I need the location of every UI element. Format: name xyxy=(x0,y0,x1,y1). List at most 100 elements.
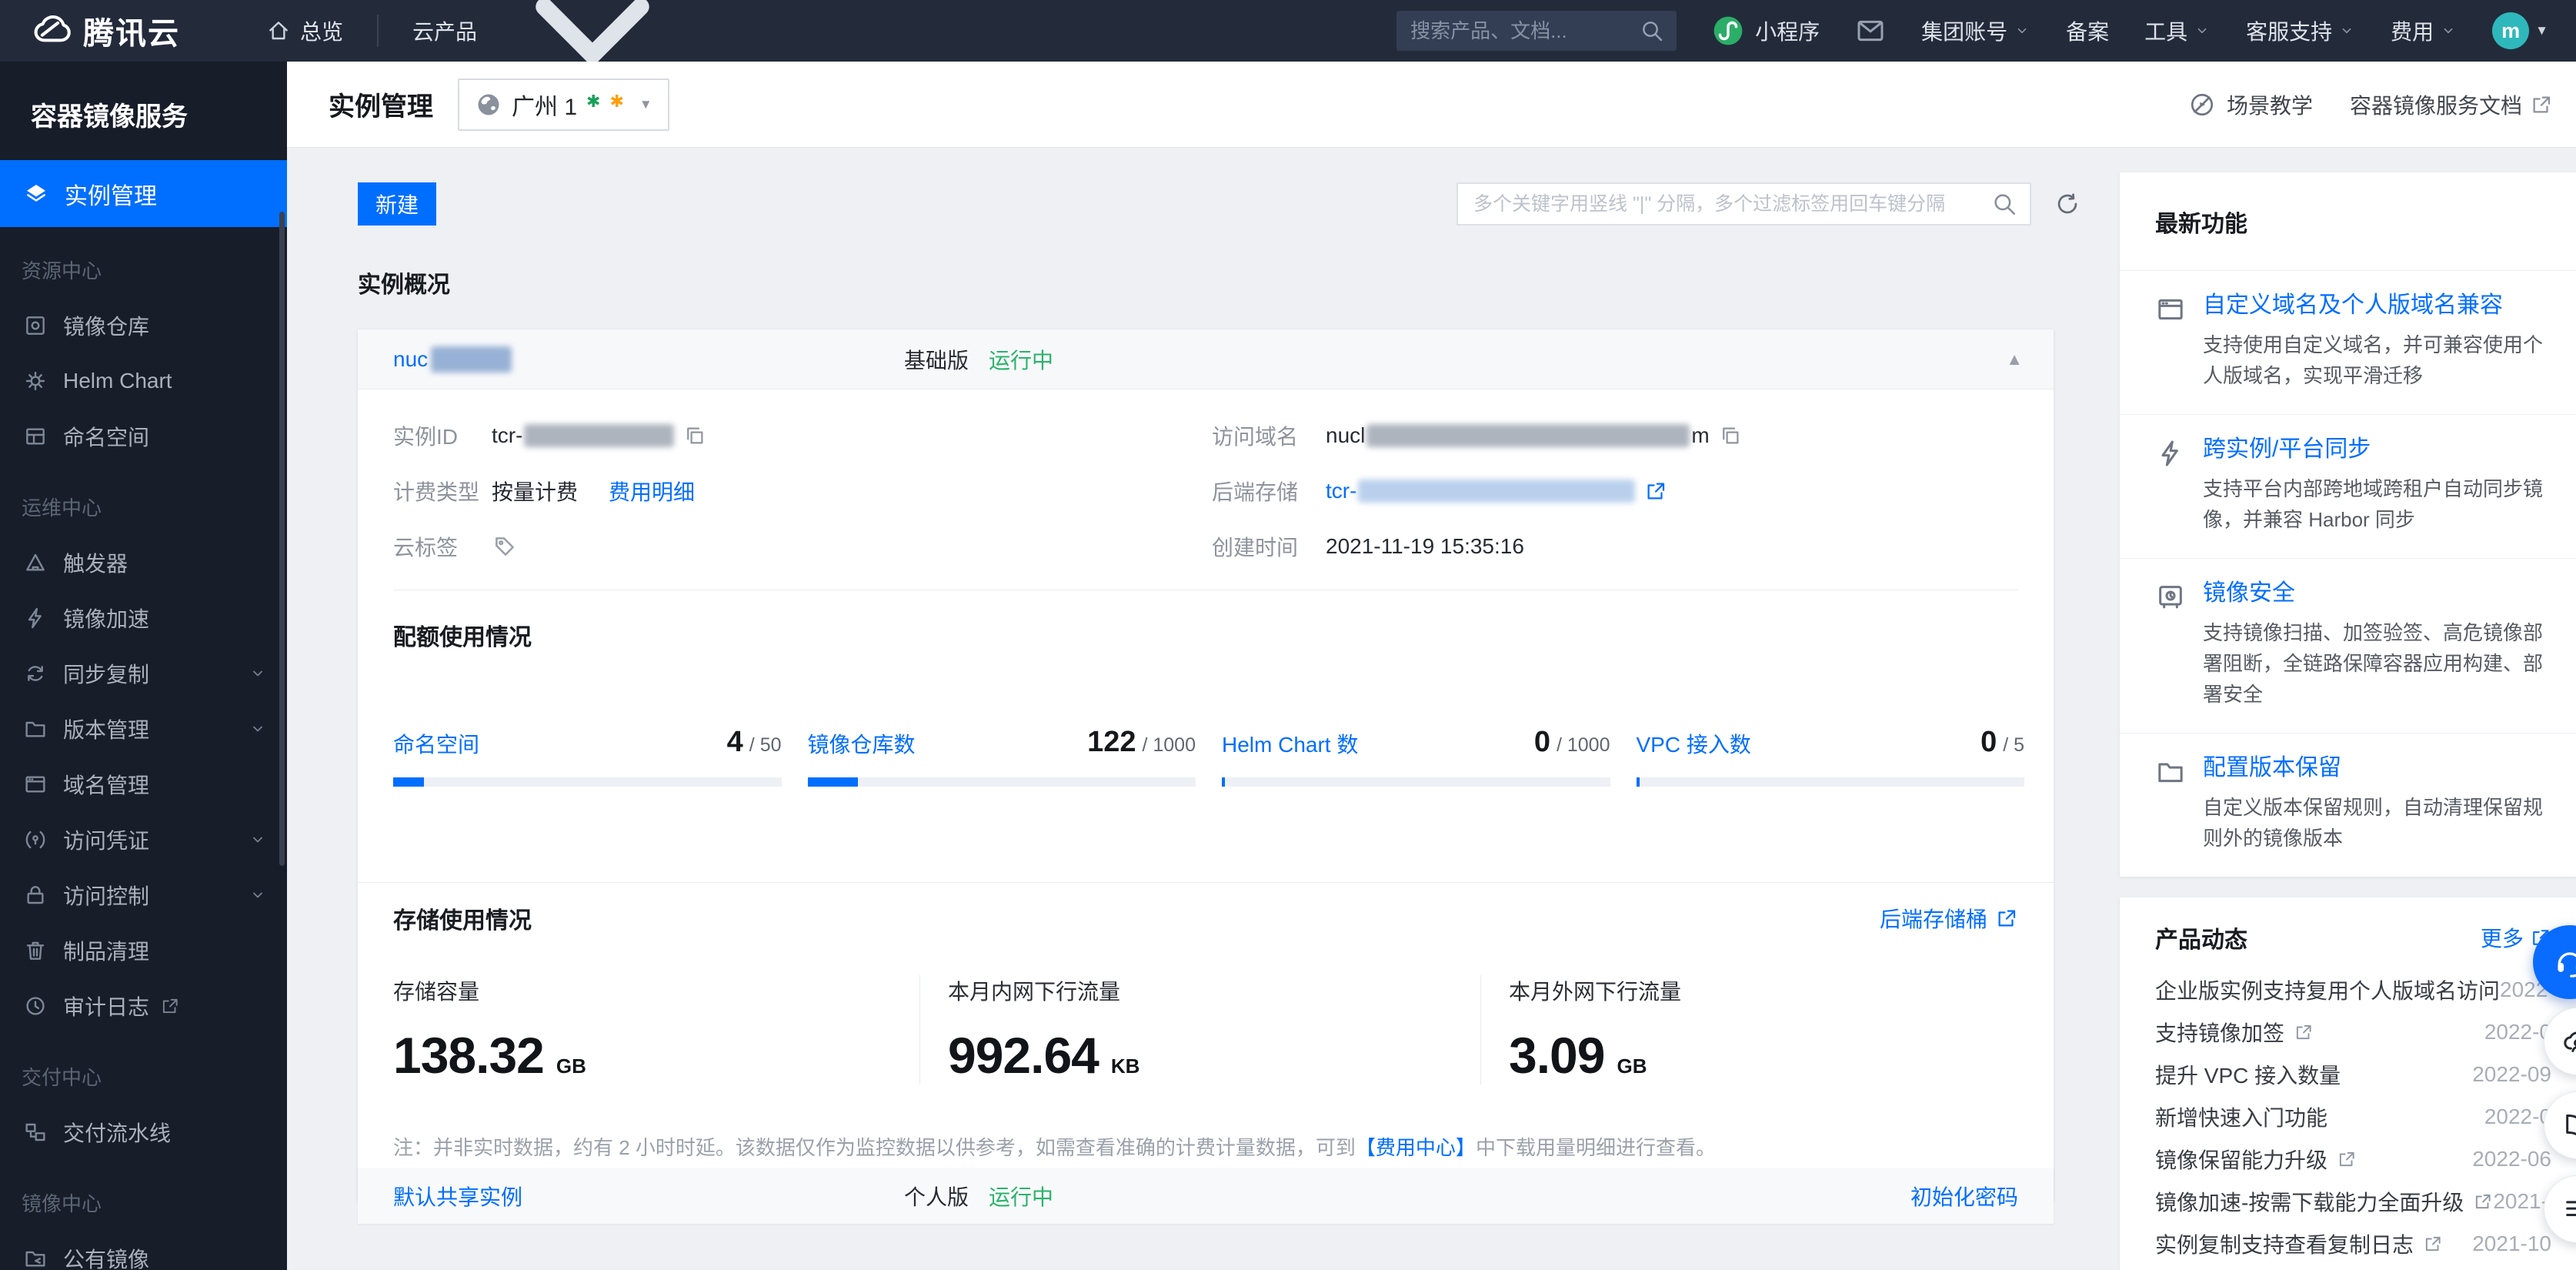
safe-icon xyxy=(2155,582,2186,613)
billing-center-link[interactable]: 【费用中心】 xyxy=(1356,1136,1476,1159)
shared-instance-row: 默认共享实例 个人版 运行中 初始化密码 xyxy=(358,1168,2054,1224)
feature-link[interactable]: 配置版本保留 xyxy=(2203,755,2562,781)
pipeline-icon xyxy=(23,1120,48,1145)
feature-item: 镜像安全 支持镜像扫描、加签验签、高危镜像部署阻断，全链路保障容器应用构建、部署… xyxy=(2120,558,2576,733)
sidebar-item-window[interactable]: 域名管理 xyxy=(0,757,287,812)
chevron-down-icon: ▼ xyxy=(639,96,652,112)
page-title: 实例管理 xyxy=(329,92,433,122)
news-item[interactable]: 提升 VPC 接入数量 2022-09 xyxy=(2155,1053,2551,1095)
sidebar-item-credential[interactable]: 访问凭证 xyxy=(0,812,287,867)
news-item[interactable]: 支持跨主账号实例同步 2021-07 xyxy=(2155,1265,2551,1270)
quota-link[interactable]: 命名空间 xyxy=(393,728,479,759)
brand-name: 腾讯云 xyxy=(83,17,180,51)
instance-name-link[interactable]: nuc xyxy=(393,347,428,372)
external-link-icon xyxy=(160,996,180,1016)
chevron-down-icon xyxy=(2440,22,2457,39)
global-search[interactable] xyxy=(1396,11,1677,51)
sidebar-item-repo[interactable]: 镜像仓库 xyxy=(0,298,287,353)
topnav-menu[interactable]: 集团账号 xyxy=(1921,15,2030,46)
trash-icon xyxy=(23,938,48,963)
nav-overview[interactable]: 总览 xyxy=(257,15,343,46)
feature-item: 自定义域名及个人版域名兼容 支持使用自定义域名，并可兼容使用个人版域名，实现平滑… xyxy=(2120,271,2576,414)
sidebar-item-bolt[interactable]: 镜像加速 xyxy=(0,590,287,646)
quota-progress-bar xyxy=(1636,777,2024,787)
topnav-menu[interactable]: 备案 xyxy=(2066,15,2109,46)
sidebar-scrollbar[interactable] xyxy=(279,212,285,866)
create-button[interactable]: 新建 xyxy=(358,182,436,226)
news-item[interactable]: 镜像加速-按需下载能力全面升级 2021-1 xyxy=(2155,1180,2561,1222)
sidebar-item-lock[interactable]: 访问控制 xyxy=(0,867,287,923)
init-password-link[interactable]: 初始化密码 xyxy=(1910,1181,2018,1212)
sidebar-item-trash[interactable]: 制品清理 xyxy=(0,923,287,978)
news-item[interactable]: 实例复制支持查看复制日志 2021-10 xyxy=(2155,1222,2551,1265)
news-item[interactable]: 支持镜像加签 2022-0 xyxy=(2155,1011,2551,1053)
sidebar-item-sync[interactable]: 同步复制 xyxy=(0,646,287,701)
book-icon xyxy=(2562,1110,2576,1141)
mail-icon[interactable] xyxy=(1855,15,1886,46)
chevron-down-icon xyxy=(249,831,267,849)
home-icon xyxy=(266,18,291,43)
top-nav: 腾讯云 总览 云产品 小程序 集团账号 备案 工具 客服支持 费用 xyxy=(0,0,2576,64)
news-item[interactable]: 新增快速入门功能 2022-0 xyxy=(2155,1095,2551,1138)
search-icon[interactable] xyxy=(1991,191,2017,217)
topnav-menu[interactable]: 费用 xyxy=(2391,15,2457,46)
quota-link[interactable]: VPC 接入数 xyxy=(1637,728,1751,759)
quota-link[interactable]: 镜像仓库数 xyxy=(808,728,916,759)
sidebar-item-pipeline[interactable]: 交付流水线 xyxy=(0,1105,287,1160)
external-link-icon[interactable] xyxy=(1644,480,1667,503)
quota-link[interactable]: Helm Chart 数 xyxy=(1222,728,1358,759)
search-icon[interactable] xyxy=(1640,18,1664,43)
filter-input[interactable] xyxy=(1458,192,1991,216)
news-item[interactable]: 镜像保留能力升级 2022-06 xyxy=(2155,1138,2551,1180)
news-title: 产品动态 xyxy=(2155,927,2247,953)
sync-icon xyxy=(23,661,48,686)
quota-column: Helm Chart 数 0 / 1000 xyxy=(1222,726,1610,787)
tag-icon[interactable] xyxy=(492,533,518,560)
backend-bucket-link[interactable]: 后端存储桶 xyxy=(1880,903,2018,934)
chevron-down-icon xyxy=(2338,22,2355,39)
instance-card: nuc 基础版 运行中 ▲ 实例ID tcr- 计费类型 按量计费 费用明细 云… xyxy=(358,329,2054,1201)
global-search-input[interactable] xyxy=(1409,18,1640,44)
repo-icon xyxy=(23,313,48,338)
sidebar-item-helm[interactable]: Helm Chart xyxy=(0,353,287,409)
feature-link[interactable]: 跨实例/平台同步 xyxy=(2203,436,2562,463)
filter-box[interactable] xyxy=(1457,182,2031,226)
quota-progress-bar xyxy=(393,777,782,787)
page-header: 实例管理 广州 1 ✱ ✱ ▼ 场景教学 容器镜像服务文档 xyxy=(287,62,2576,148)
storage-stat: 存储容量 138.32 GB xyxy=(393,980,586,1084)
nav-mini-program[interactable]: 小程序 xyxy=(1712,15,1820,47)
feature-link[interactable]: 自定义域名及个人版域名兼容 xyxy=(2203,292,2562,319)
sidebar-item-folder[interactable]: 版本管理 xyxy=(0,701,287,757)
shared-instance-link[interactable]: 默认共享实例 xyxy=(393,1185,522,1209)
news-item[interactable]: 企业版实例支持复用个人版域名访问 2022-11 xyxy=(2155,968,2576,1011)
avatar-chevron-icon[interactable]: ▼ xyxy=(2535,23,2548,38)
feature-item: 跨实例/平台同步 支持平台内部跨地域跨租户自动同步镜像，并兼容 Harbor 同… xyxy=(2120,414,2576,558)
region-selector[interactable]: 广州 1 ✱ ✱ ▼ xyxy=(458,78,669,131)
billing-detail-link[interactable]: 费用明细 xyxy=(609,476,695,506)
sidebar-item-instance-management[interactable]: 实例管理 xyxy=(0,160,287,227)
sidebar-item-grid[interactable]: 命名空间 xyxy=(0,409,287,464)
copy-icon[interactable] xyxy=(683,424,706,447)
tutorial-link[interactable]: 场景教学 xyxy=(2188,89,2313,120)
topnav-menu[interactable]: 客服支持 xyxy=(2246,15,2355,46)
avatar[interactable]: m xyxy=(2492,12,2530,49)
refresh-button[interactable] xyxy=(2050,186,2085,222)
divider xyxy=(358,882,2054,883)
collapse-icon[interactable]: ▲ xyxy=(2006,349,2023,369)
section-title-overview: 实例概况 xyxy=(358,272,450,298)
sidebar-item-trigger[interactable]: 触发器 xyxy=(0,535,287,590)
window-icon xyxy=(23,772,48,797)
backend-storage-link[interactable]: tcr- xyxy=(1326,479,1356,503)
folder-icon xyxy=(2155,757,2186,787)
feature-link[interactable]: 镜像安全 xyxy=(2203,580,2562,607)
redacted-instance-id xyxy=(524,424,675,447)
service-title: 容器镜像服务 xyxy=(31,102,188,132)
quota-column: 镜像仓库数 122 / 1000 xyxy=(807,726,1196,787)
topnav-menu[interactable]: 工具 xyxy=(2144,15,2211,46)
folder-icon xyxy=(23,717,48,741)
sidebar-item-history[interactable]: 审计日志 xyxy=(0,978,287,1034)
copy-icon[interactable] xyxy=(1719,424,1742,447)
doc-link[interactable]: 容器镜像服务文档 xyxy=(2350,89,2553,120)
storage-stat: 本月外网下行流量 3.09 GB xyxy=(1480,975,2054,1085)
sidebar-item-sharefolder[interactable]: 公有镜像 xyxy=(0,1231,287,1270)
